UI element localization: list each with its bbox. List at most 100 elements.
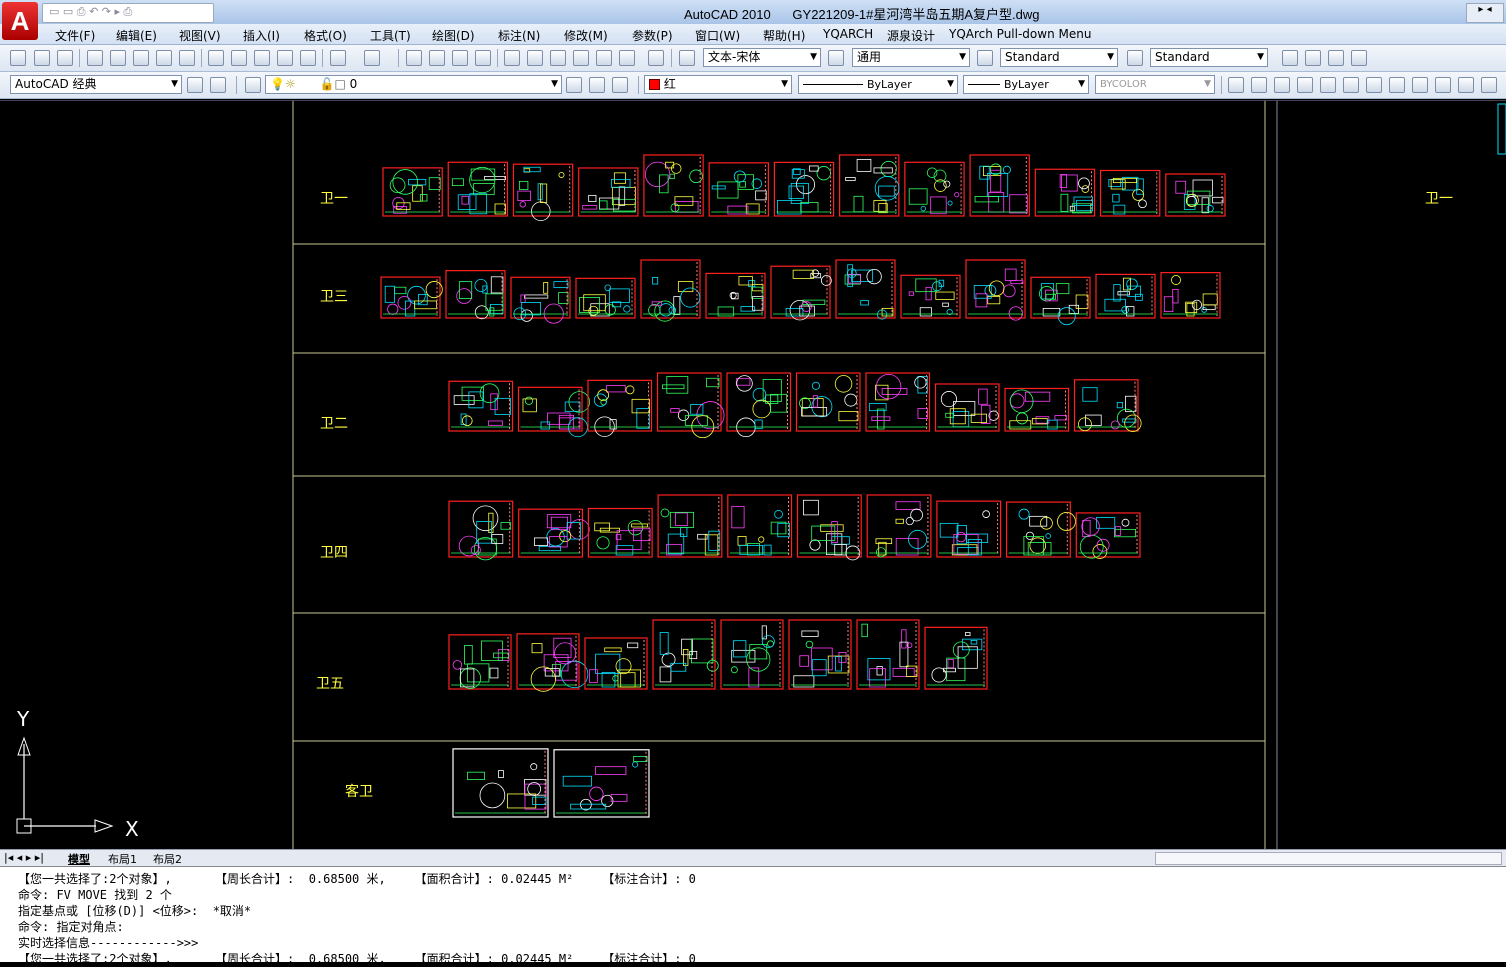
drawing-sheet[interactable]: [1004, 387, 1070, 432]
drawing-sheet[interactable]: [510, 276, 571, 324]
drawing-sheet[interactable]: [795, 372, 861, 432]
drawing-sheet[interactable]: [1005, 501, 1076, 558]
drawing-sheet[interactable]: [445, 270, 506, 320]
drawing-sheet[interactable]: [518, 508, 590, 558]
tab-model[interactable]: 模型: [68, 851, 90, 867]
menu-parametric[interactable]: 参数(P): [632, 27, 673, 44]
zoom-realtime-icon[interactable]: [429, 50, 445, 66]
layer-previous-icon[interactable]: [589, 77, 605, 93]
3dprint-icon[interactable]: [156, 50, 172, 66]
drawing-sheet[interactable]: [770, 265, 832, 321]
tab-layout2[interactable]: 布局2: [153, 851, 182, 867]
drawing-area[interactable]: 卫一 卫三 卫二 卫四 卫五 客卫 卫一 Y X: [0, 100, 1506, 851]
model-space-canvas[interactable]: 卫一卫三卫二卫四卫五客卫 卫一 Y X: [0, 101, 1506, 851]
drawing-sheet[interactable]: [652, 619, 719, 690]
drawing-sheet[interactable]: [856, 619, 920, 690]
workspace-gear-icon[interactable]: [210, 77, 226, 93]
menu-help[interactable]: 帮助(H): [763, 27, 805, 44]
circle-icon[interactable]: [1366, 77, 1382, 93]
rectangle-icon[interactable]: [1320, 77, 1336, 93]
zoom-previous-icon[interactable]: [475, 50, 491, 66]
revcloud-icon[interactable]: [1389, 77, 1405, 93]
drawing-sheet[interactable]: [452, 748, 549, 818]
drawing-sheet[interactable]: [865, 372, 931, 432]
drawing-sheet[interactable]: [1099, 169, 1161, 217]
drawing-sheet[interactable]: [517, 386, 590, 438]
new-icon[interactable]: [10, 50, 26, 66]
markup-icon[interactable]: [596, 50, 612, 66]
arc-icon[interactable]: [1343, 77, 1359, 93]
menu-yuanquan[interactable]: 源泉设计: [887, 27, 935, 44]
drawing-sheet[interactable]: [640, 259, 701, 322]
menu-yqarch-pulldown[interactable]: YQArch Pull-down Menu: [949, 27, 1091, 41]
ellipse-arc-icon[interactable]: [1458, 77, 1474, 93]
drawing-sheet[interactable]: [575, 277, 636, 319]
paste-icon[interactable]: [254, 50, 270, 66]
workspace-settings-icon[interactable]: [187, 77, 203, 93]
drawing-sheet[interactable]: [773, 161, 835, 217]
menu-tools[interactable]: 工具(T): [370, 27, 411, 44]
drawing-sheet[interactable]: [726, 372, 792, 438]
view-iso-icon[interactable]: [1305, 50, 1321, 66]
view-cube-icon[interactable]: [1351, 50, 1367, 66]
drawing-sheet[interactable]: [866, 494, 932, 558]
drawing-sheet[interactable]: [835, 259, 896, 320]
copy-icon[interactable]: [231, 50, 247, 66]
make-current-layer-icon[interactable]: [566, 77, 582, 93]
menu-edit[interactable]: 编辑(E): [116, 27, 157, 44]
dim-style-icon[interactable]: [828, 50, 844, 66]
drawing-sheet[interactable]: [448, 634, 512, 690]
drawing-sheet[interactable]: [965, 259, 1026, 321]
tool-palettes-icon[interactable]: [550, 50, 566, 66]
drawing-sheet[interactable]: [1160, 272, 1221, 319]
drawing-sheet[interactable]: [512, 163, 574, 221]
menu-modify[interactable]: 修改(M): [564, 27, 608, 44]
polygon-icon[interactable]: [1297, 77, 1313, 93]
menu-dimension[interactable]: 标注(N): [498, 27, 540, 44]
drawing-sheet[interactable]: [900, 274, 961, 319]
drawing-sheet[interactable]: [934, 383, 1000, 432]
view-left-icon[interactable]: [1282, 50, 1298, 66]
properties-icon[interactable]: [504, 50, 520, 66]
paste-special-icon[interactable]: [277, 50, 293, 66]
spline-icon[interactable]: [1412, 77, 1428, 93]
plotstyle-select[interactable]: BYCOLOR ▼: [1095, 75, 1215, 94]
pan-icon[interactable]: [406, 50, 422, 66]
drawing-sheet[interactable]: [656, 372, 725, 439]
menu-format[interactable]: 格式(O): [304, 27, 347, 44]
drawing-sheet[interactable]: [587, 507, 653, 558]
publish-icon[interactable]: [133, 50, 149, 66]
calculator-icon[interactable]: [619, 50, 635, 66]
drawing-sheet[interactable]: [720, 619, 784, 690]
drawing-sheet[interactable]: [448, 500, 514, 561]
drawing-sheet[interactable]: [936, 500, 1002, 558]
view-render-icon[interactable]: [1328, 50, 1344, 66]
xline-icon[interactable]: [1251, 77, 1267, 93]
save-icon[interactable]: [57, 50, 73, 66]
menu-insert[interactable]: 插入(I): [243, 27, 280, 44]
drawing-sheet[interactable]: [1165, 173, 1226, 217]
ellipse-icon[interactable]: [1435, 77, 1451, 93]
drawing-sheet[interactable]: [904, 161, 965, 217]
help-icon[interactable]: [648, 50, 664, 66]
tab-layout1[interactable]: 布局1: [108, 851, 137, 867]
drawing-sheet[interactable]: [708, 162, 769, 217]
drawing-sheet[interactable]: [1073, 379, 1142, 432]
etransmit-icon[interactable]: [179, 50, 195, 66]
color-select[interactable]: 红 ▼: [644, 75, 792, 94]
drawing-sheet[interactable]: [382, 167, 443, 217]
dim-style-select[interactable]: 通用 ▼: [852, 48, 970, 67]
redo-icon[interactable]: [364, 50, 380, 66]
quick-access-icons[interactable]: ▭ ▭ ⎙ ↶ ↷ ▸ ⎙: [49, 5, 132, 19]
linetype-select[interactable]: ByLayer ▼: [798, 75, 958, 94]
multileader-style-select[interactable]: Standard ▼: [1150, 48, 1268, 67]
open-icon[interactable]: [34, 50, 50, 66]
drawing-sheet[interactable]: [1075, 512, 1141, 559]
layer-select[interactable]: 💡☼ 🔓□ 0 ▼: [265, 75, 562, 94]
polyline-icon[interactable]: [1274, 77, 1290, 93]
preview-icon[interactable]: [110, 50, 126, 66]
drawing-sheet[interactable]: [448, 380, 514, 432]
insert-block-icon[interactable]: [1481, 77, 1497, 93]
layer-state-icon[interactable]: [612, 77, 628, 93]
drawing-sheet[interactable]: [705, 272, 766, 319]
